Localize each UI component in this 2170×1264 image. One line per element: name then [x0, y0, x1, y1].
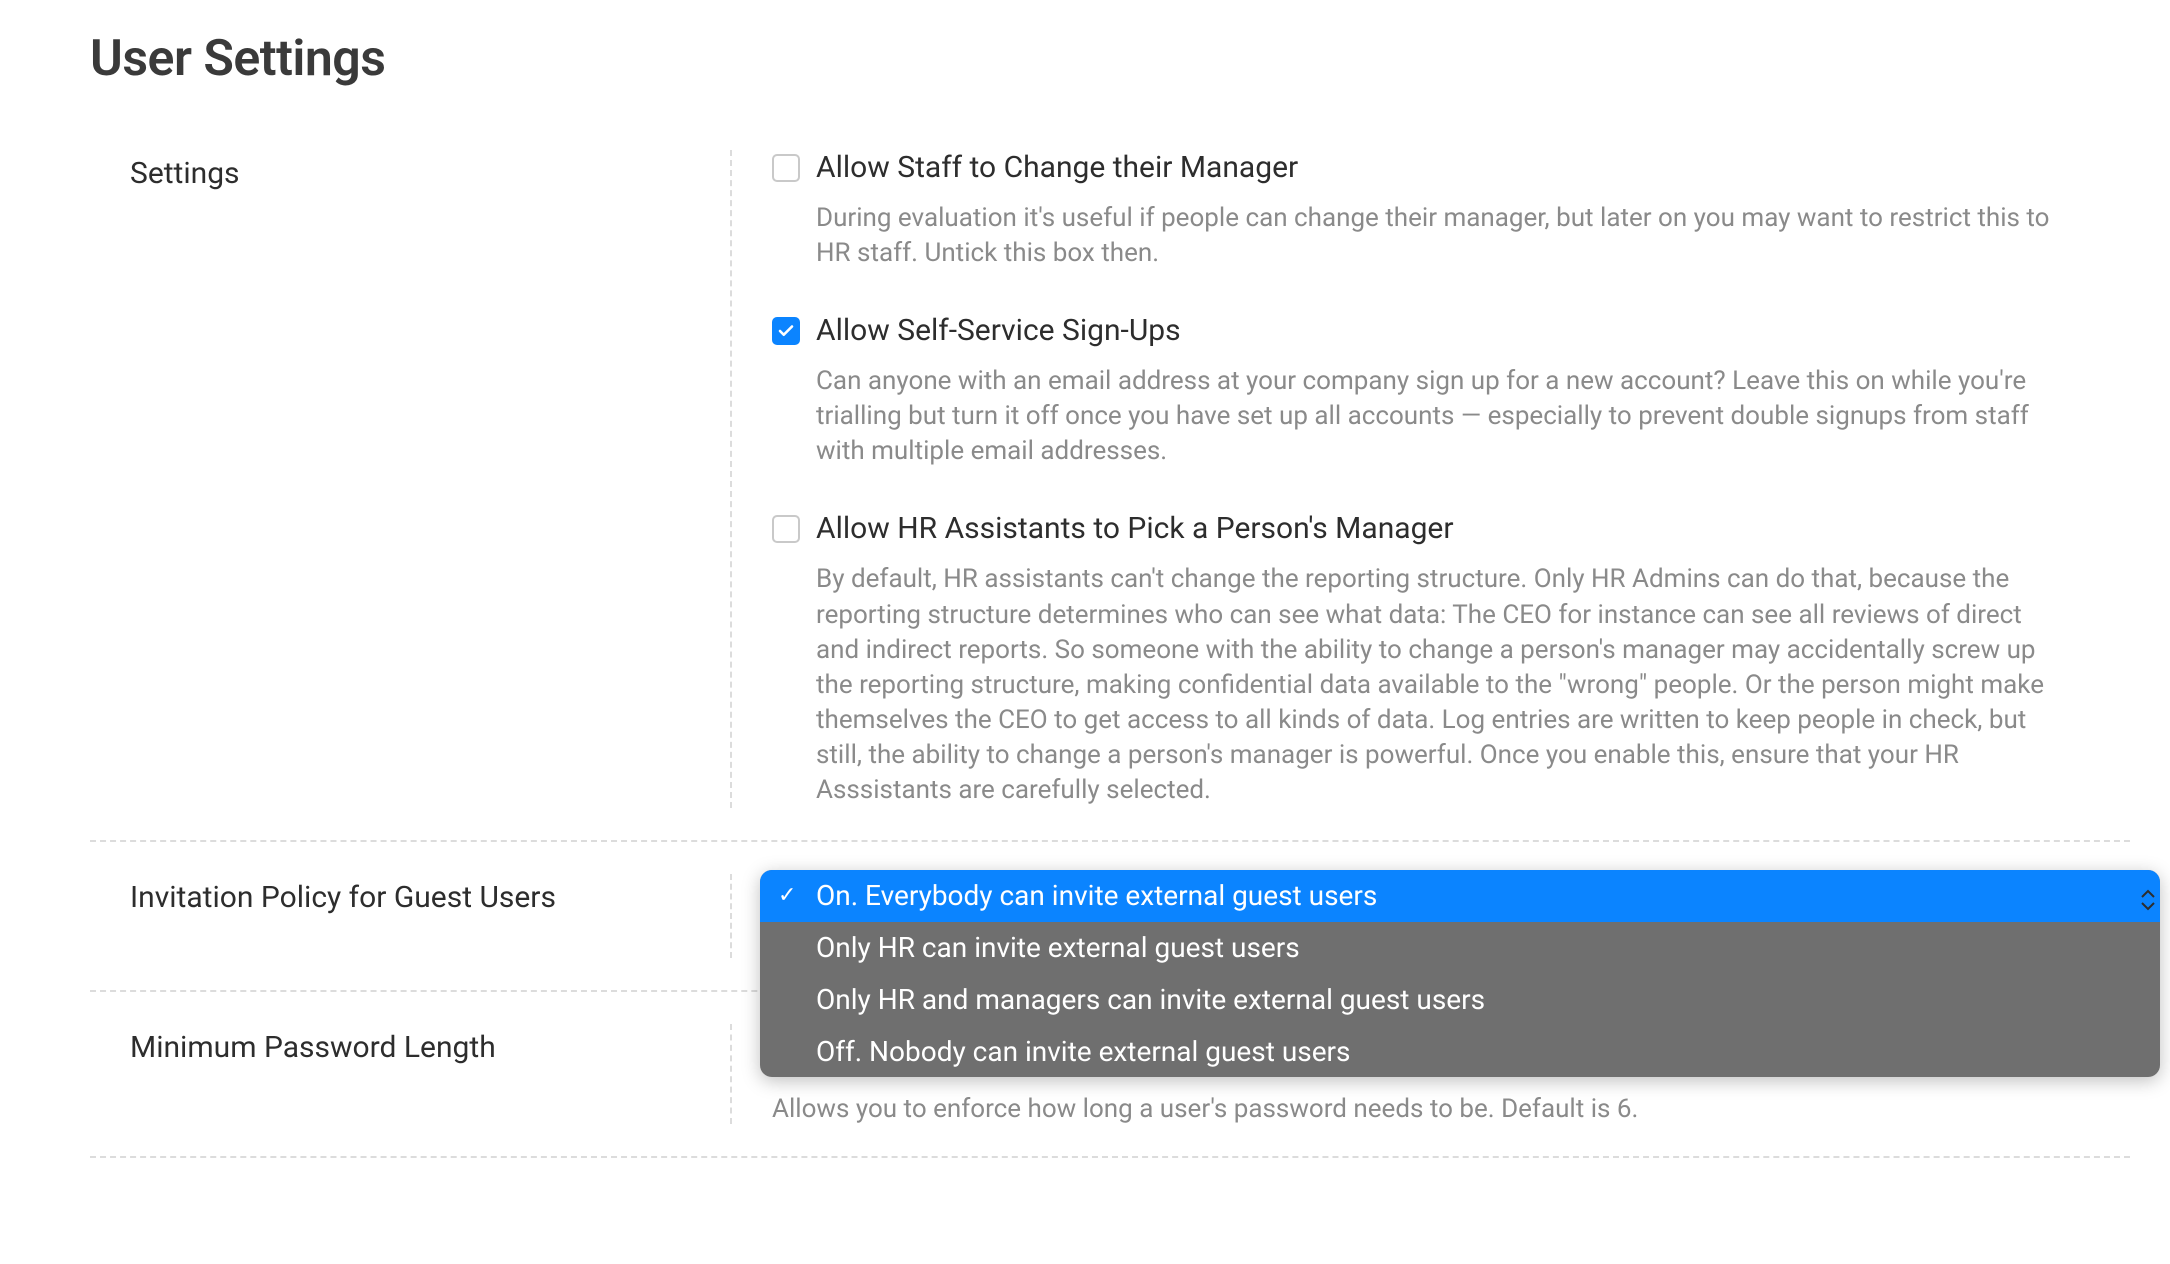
- setting-allow-self-service-signups: Allow Self-Service Sign-Ups Can anyone w…: [772, 313, 2070, 469]
- checkbox-label: Allow Self-Service Sign-Ups: [816, 313, 1181, 348]
- dropdown-option-on-everybody[interactable]: ✓ On. Everybody can invite external gues…: [760, 870, 2160, 922]
- page-title: User Settings: [0, 0, 2170, 118]
- setting-allow-hr-assistants-pick-manager: Allow HR Assistants to Pick a Person's M…: [772, 511, 2070, 808]
- dropdown-option-label: Only HR can invite external guest users: [816, 931, 1300, 964]
- settings-content: Allow Staff to Change their Manager Duri…: [730, 150, 2130, 808]
- invitation-content: ✓ On. Everybody can invite external gues…: [730, 874, 2130, 958]
- section-label-settings: Settings: [90, 150, 730, 808]
- check-icon: [777, 322, 795, 340]
- section-label-invitation: Invitation Policy for Guest Users: [90, 874, 730, 958]
- section-label-password: Minimum Password Length: [90, 1024, 730, 1124]
- settings-row-invitation-policy: Invitation Policy for Guest Users ✓ On. …: [90, 840, 2130, 990]
- checkbox-allow-hr-assistants-pick-manager[interactable]: [772, 515, 800, 543]
- dropdown-option-label: Off. Nobody can invite external guest us…: [816, 1035, 1351, 1068]
- checkbox-allow-self-service-signups[interactable]: [772, 317, 800, 345]
- checkbox-allow-staff-change-manager[interactable]: [772, 154, 800, 182]
- select-stepper-icon: [2138, 886, 2158, 914]
- invitation-policy-dropdown-list: ✓ On. Everybody can invite external gues…: [760, 870, 2160, 1077]
- password-description: Allows you to enforce how long a user's …: [772, 1094, 2070, 1124]
- checkbox-description: Can anyone with an email address at your…: [772, 364, 2070, 469]
- dropdown-option-only-hr[interactable]: ✓ Only HR can invite external guest user…: [760, 922, 2160, 974]
- settings-row-general: Settings Allow Staff to Change their Man…: [90, 118, 2130, 840]
- dropdown-option-label: Only HR and managers can invite external…: [816, 983, 1485, 1016]
- checkbox-label: Allow HR Assistants to Pick a Person's M…: [816, 511, 1454, 546]
- dropdown-option-off-nobody[interactable]: ✓ Off. Nobody can invite external guest …: [760, 1026, 2160, 1078]
- dropdown-option-hr-and-managers[interactable]: ✓ Only HR and managers can invite extern…: [760, 974, 2160, 1026]
- checkbox-description: By default, HR assistants can't change t…: [772, 562, 2070, 808]
- setting-allow-staff-change-manager: Allow Staff to Change their Manager Duri…: [772, 150, 2070, 271]
- check-icon: ✓: [778, 881, 796, 911]
- checkbox-label: Allow Staff to Change their Manager: [816, 150, 1298, 185]
- checkbox-description: During evaluation it's useful if people …: [772, 201, 2070, 271]
- dropdown-option-label: On. Everybody can invite external guest …: [816, 879, 1377, 912]
